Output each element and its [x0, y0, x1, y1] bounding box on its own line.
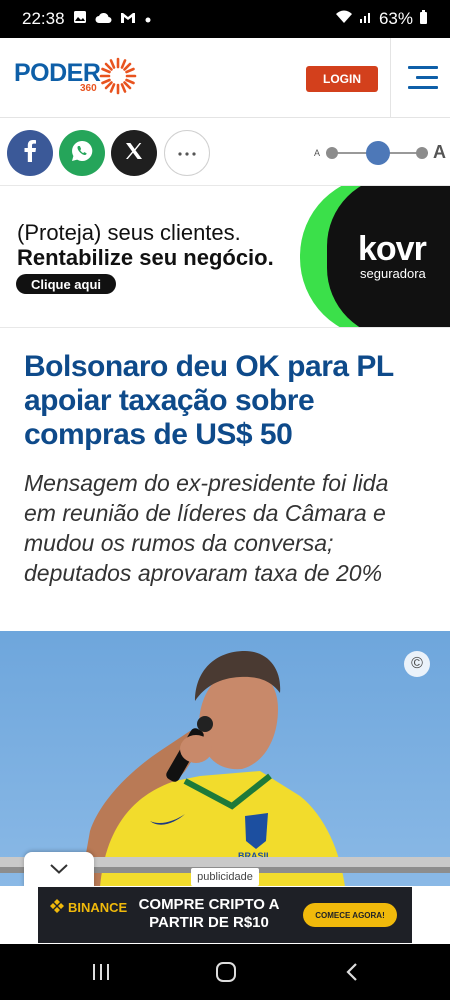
status-left: 22:38	[22, 9, 152, 29]
font-size-small-label: A	[314, 148, 321, 158]
facebook-share-button[interactable]	[7, 130, 53, 176]
photo-illustration: BRASIL	[0, 651, 450, 887]
status-right: 63%	[335, 9, 428, 29]
binance-logo: BINANCE	[50, 899, 127, 916]
share-row: A A	[0, 118, 450, 186]
screen: 22:38 63% PODER 360 LOGIN A A (Proteja) …	[0, 0, 450, 1000]
recent-apps-icon[interactable]	[86, 958, 116, 986]
article-subtitle: Mensagem do ex-presidente foi lida em re…	[24, 470, 389, 586]
x-share-button[interactable]	[111, 130, 157, 176]
x-icon	[124, 141, 144, 166]
ad-label: publicidade	[191, 868, 259, 886]
dot-icon	[144, 9, 152, 29]
site-logo[interactable]: PODER 360	[14, 57, 137, 100]
status-bar: 22:38 63%	[0, 0, 450, 38]
signal-icon	[359, 9, 373, 29]
ad-brand-sub: seguradora	[360, 266, 426, 281]
login-button[interactable]: LOGIN	[306, 66, 378, 92]
font-size-slider[interactable]: A A	[314, 140, 446, 166]
binance-ad[interactable]: BINANCE COMPRE CRIPTO A PARTIR DE R$10 C…	[38, 887, 412, 943]
article-photo[interactable]: BRASIL ©	[0, 631, 450, 887]
status-time: 22:38	[22, 9, 65, 28]
ad-banner[interactable]: (Proteja) seus clientes. Rentabilize seu…	[0, 186, 450, 328]
article-headline: Bolsonaro deu OK para PL apoiar taxação …	[24, 350, 394, 451]
battery-icon	[419, 9, 428, 29]
wifi-icon	[335, 9, 353, 29]
binance-brand: BINANCE	[68, 900, 128, 915]
site-header: PODER 360 LOGIN	[0, 38, 450, 118]
header-divider	[390, 38, 391, 118]
home-icon[interactable]	[211, 958, 241, 986]
hamburger-menu-icon[interactable]	[408, 66, 438, 90]
image-icon	[73, 9, 87, 29]
binance-diamond-icon	[50, 899, 64, 916]
back-icon[interactable]	[337, 958, 367, 986]
sun-logo-icon	[98, 56, 138, 101]
navigation-bar	[0, 944, 450, 1000]
font-size-large-label: A	[433, 142, 446, 162]
binance-title: COMPRE CRIPTO A PARTIR DE R$10	[138, 896, 280, 931]
gmail-icon	[120, 9, 136, 29]
binance-cta-button[interactable]: COMECE AGORA!	[303, 903, 397, 927]
ad-brand: kovr	[358, 230, 427, 268]
ad-cta-button[interactable]: Clique aqui	[16, 274, 116, 294]
ad-line-1: (Proteja) seus clientes.	[17, 220, 241, 245]
ad-line-2: Rentabilize seu negócio.	[17, 245, 274, 270]
facebook-icon	[23, 139, 37, 167]
chevron-down-icon	[50, 861, 68, 879]
font-size-dot-min[interactable]	[326, 147, 338, 159]
whatsapp-share-button[interactable]	[59, 130, 105, 176]
more-icon	[177, 144, 197, 162]
copyright-icon[interactable]: ©	[404, 651, 430, 677]
cloud-icon	[95, 9, 112, 29]
logo-sub: 360	[80, 83, 97, 94]
whatsapp-icon	[70, 139, 94, 168]
battery-percent: 63%	[378, 9, 413, 28]
collapse-ad-button[interactable]	[24, 852, 94, 888]
font-size-dot-max[interactable]	[416, 147, 428, 159]
more-share-button[interactable]	[164, 130, 210, 176]
font-size-knob[interactable]	[366, 141, 390, 165]
